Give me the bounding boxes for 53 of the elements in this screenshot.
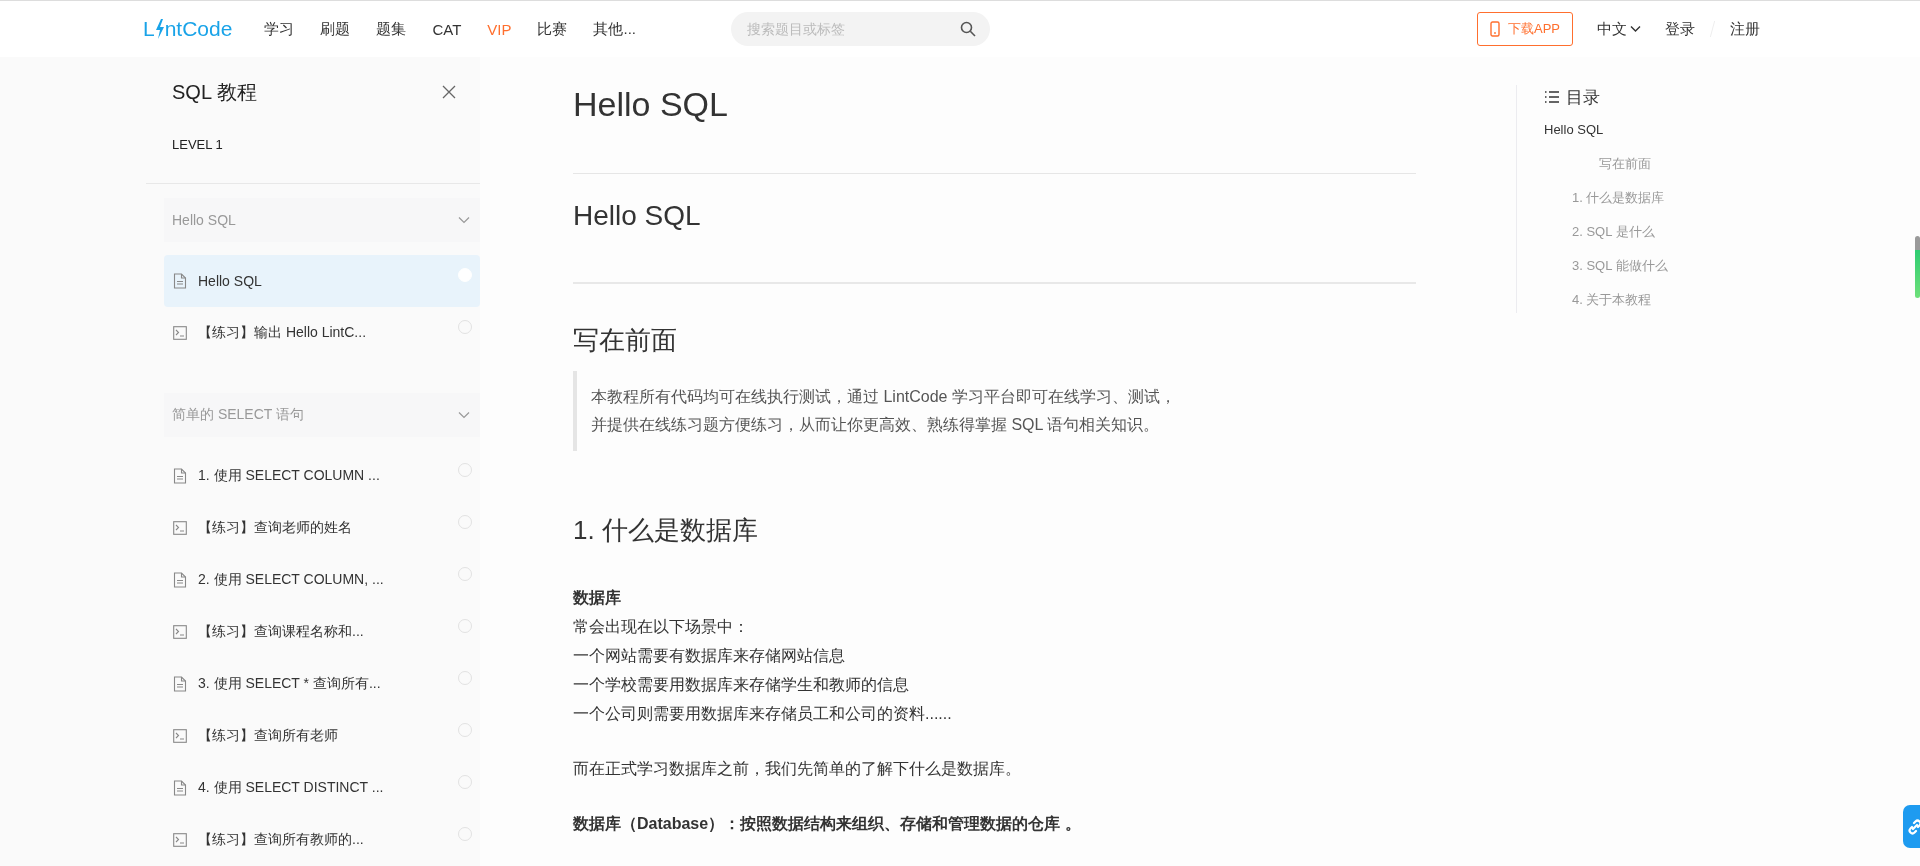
terminal-icon: [173, 833, 187, 847]
terminal-icon: [173, 729, 187, 743]
section-heading: Hello SQL: [573, 199, 702, 233]
document-icon: [173, 676, 187, 692]
page-title: Hello SQL: [573, 84, 729, 125]
bold-term: 数据库: [573, 588, 622, 608]
lesson-item[interactable]: 【练习】查询老师的姓名: [164, 502, 480, 554]
nav-link[interactable]: 刷题: [320, 19, 351, 39]
sidebar-title: SQL 教程: [172, 79, 257, 105]
terminal-icon: [173, 625, 187, 639]
toc-link[interactable]: Hello SQL: [1544, 113, 1744, 147]
paragraph-line: 一个学校需要用数据库来存储学生和教师的信息: [573, 675, 910, 695]
lesson-item[interactable]: 【练习】查询课程名称和...: [164, 606, 480, 658]
nav-link[interactable]: 学习: [264, 19, 295, 39]
lesson-item[interactable]: 2. 使用 SELECT COLUMN, ...: [164, 554, 480, 606]
toc-title: 目录: [1566, 86, 1600, 109]
document-icon: [173, 780, 187, 796]
lesson-item[interactable]: 3. 使用 SELECT * 查询所有...: [164, 658, 480, 710]
blockquote: 本教程所有代码均可在线执行测试，通过 LintCode 学习平台即可在线学习、测试， 并提供在线练习题方便练习，从而让你更高效、熟练得掌握 SQL 语句相关知识。: [573, 371, 1416, 451]
level-label: LEVEL 1: [171, 136, 224, 154]
nav-link[interactable]: 题集: [376, 19, 407, 39]
lesson-item[interactable]: 【练习】查询所有教师的...: [164, 814, 480, 866]
search-icon: [960, 21, 976, 37]
register-link[interactable]: 注册: [1730, 19, 1760, 39]
paragraph-line: 一个公司则需要用数据库来存储员工和公司的资料......: [573, 704, 953, 724]
paragraph-line: 常会出现在以下场景中：: [573, 617, 750, 637]
paragraph-line: 一个网站需要有数据库来存储网站信息: [573, 646, 846, 666]
close-icon: [442, 85, 456, 99]
bolt-icon: [154, 19, 165, 39]
nav-link[interactable]: CAT: [432, 20, 462, 38]
lesson-item[interactable]: Hello SQL: [164, 255, 480, 307]
lesson-item[interactable]: 4. 使用 SELECT DISTINCT ...: [164, 762, 480, 814]
list-icon: [1544, 90, 1560, 104]
phone-icon: [1490, 21, 1500, 37]
document-icon: [173, 273, 187, 289]
lesson-item[interactable]: 【练习】输出 Hello LintC...: [164, 307, 480, 359]
paragraph-line: 而在正式学习数据库之前，我们先简单的了解下什么是数据库。: [573, 759, 1022, 779]
link-icon: [1907, 818, 1920, 835]
terminal-icon: [173, 521, 187, 535]
login-link[interactable]: 登录: [1665, 19, 1695, 39]
chevron-down-icon: [1630, 25, 1641, 33]
language-menu[interactable]: 中文: [1597, 19, 1641, 39]
definition-text: 数据库（Database）：按照数据结构来组织、存储和管理数据的仓库 。: [573, 814, 1082, 834]
terminal-icon: [173, 326, 187, 340]
lesson-item[interactable]: 【练习】查询所有老师: [164, 710, 480, 762]
document-icon: [173, 468, 187, 484]
nav-link[interactable]: 其他...: [593, 19, 636, 39]
section-heading: 写在前面: [573, 324, 678, 357]
document-icon: [173, 572, 187, 588]
nav-link[interactable]: 比赛: [537, 19, 568, 39]
section-heading: 1. 什么是数据库: [573, 514, 759, 547]
lesson-item[interactable]: 1. 使用 SELECT COLUMN ...: [164, 450, 480, 502]
scroll-indicator: [1915, 236, 1920, 298]
